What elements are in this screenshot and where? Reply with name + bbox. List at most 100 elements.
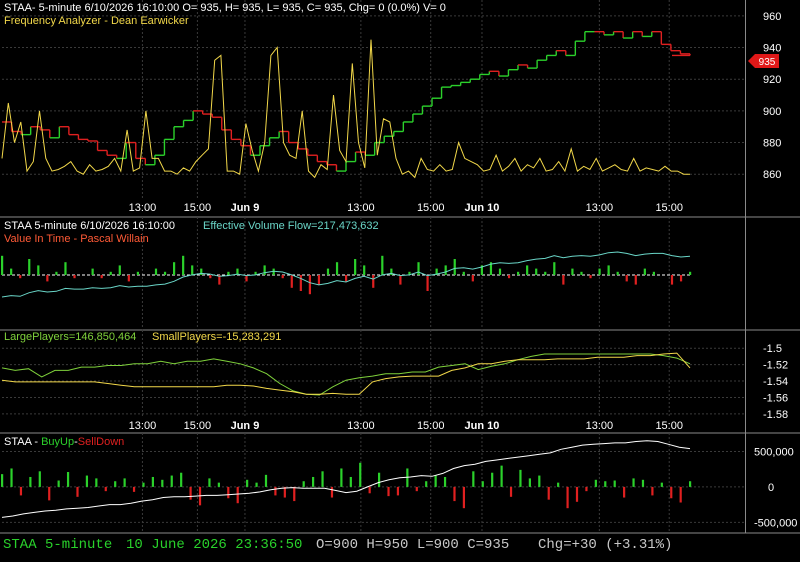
small-players-label: SmallPlayers=-15,283,291 <box>152 331 281 343</box>
vit-bar <box>127 275 130 282</box>
buysell-bar <box>660 482 663 487</box>
time-tick-label: 13:00 <box>129 202 157 214</box>
panel4-symbol: STAA - <box>4 436 41 448</box>
buysell-bar <box>519 469 522 487</box>
buysell-tick-label: 0 <box>768 482 774 494</box>
vit-bar <box>154 268 158 275</box>
players-tick-label: -1.52 <box>763 360 788 372</box>
players-tick-label: -1.58 <box>763 409 788 421</box>
buysell-bar <box>349 476 352 487</box>
buysell-bar <box>509 486 513 497</box>
vit-bar <box>607 265 610 275</box>
price-tick-label: 860 <box>763 169 781 181</box>
time-tick-label: Jun 9 <box>231 420 260 432</box>
small-players-line <box>1 352 691 395</box>
last-price-badge: 935 <box>748 54 779 68</box>
vit-bar <box>227 271 230 275</box>
buysell-bar <box>38 471 41 487</box>
large-players-label: LargePlayers=146,850,464 <box>4 331 136 343</box>
vit-bar <box>426 275 429 291</box>
buysell-bar <box>208 478 211 487</box>
buysell-bar <box>236 486 239 504</box>
buysell-bar <box>462 486 466 509</box>
buysell-bar <box>500 465 503 487</box>
time-tick-label: 15:00 <box>184 420 212 432</box>
buysell-bar <box>566 486 569 509</box>
panel1-header: STAA- 5-minute 6/10/2026 16:10:00 O= 935… <box>4 2 446 14</box>
vit-bar <box>643 268 646 275</box>
vit-bar <box>136 271 139 275</box>
vit-bar <box>209 275 212 279</box>
price-tick-label: 920 <box>763 74 781 86</box>
buysell-bar <box>161 479 164 487</box>
vit-bar <box>290 275 293 288</box>
vit-bar <box>173 262 176 275</box>
vit-bar <box>372 275 375 288</box>
buysell-bar <box>104 486 107 492</box>
buysell-bar <box>85 475 89 487</box>
vit-bar <box>46 275 49 282</box>
buysell-bar <box>377 472 381 487</box>
buysell-bar <box>132 486 136 492</box>
vit-bar <box>64 262 67 275</box>
buysell-bar <box>76 486 79 497</box>
vit-bar <box>1 255 4 275</box>
status-ohlc: O=900 H=950 L=900 C=935 <box>316 537 510 553</box>
buysell-bar <box>387 486 390 497</box>
buysell-tick-label: -500,000 <box>754 517 797 529</box>
buysell-bar <box>528 478 531 487</box>
vit-bar <box>191 265 194 275</box>
status-datetime: 10 June 2026 23:36:50 <box>126 537 303 553</box>
time-tick-label: 15:00 <box>184 202 212 214</box>
time-tick-label: Jun 10 <box>465 202 500 214</box>
vit-bar <box>317 275 321 285</box>
vit-bar <box>526 265 529 275</box>
frequency-analyzer-line <box>1 39 690 179</box>
buysell-bar <box>679 486 682 503</box>
vit-bar <box>354 259 357 275</box>
buysell-bar <box>48 486 51 501</box>
panel1-indicator-label: Frequency Analyzer - Dean Earwicker <box>4 15 189 27</box>
price-tick-label: 960 <box>763 11 781 23</box>
effective-volume-flow-line <box>1 251 691 298</box>
buysell-bar <box>481 481 484 487</box>
buysell-bar <box>604 481 607 487</box>
buysell-bar <box>114 481 117 487</box>
buysell-bar <box>491 472 494 487</box>
buysell-bar <box>255 482 258 487</box>
buysell-bar <box>151 476 154 487</box>
buysell-bar <box>57 480 60 487</box>
buysell-bar <box>670 486 673 499</box>
vit-bar <box>73 275 76 279</box>
players-tick-label: -1.54 <box>763 376 788 388</box>
time-tick-label: 13:00 <box>129 420 157 432</box>
buysell-bar <box>547 486 550 500</box>
buysell-bar <box>142 482 145 487</box>
buysell-bar <box>632 478 635 487</box>
vit-bar <box>580 271 583 275</box>
vit-bar <box>589 275 592 279</box>
status-bar: STAA 5-minute 10 June 2026 23:36:50 O=90… <box>0 533 800 562</box>
vit-bar <box>616 271 619 275</box>
vit-bar <box>562 275 565 285</box>
buysell-bar <box>594 479 597 487</box>
buysell-bar <box>557 482 560 487</box>
players-tick-label: -1.56 <box>763 392 788 404</box>
panel2-header: STAA 5-minute 6/10/2026 16:10:00 <box>4 220 175 232</box>
vit-bar <box>498 268 502 275</box>
buysell-bar <box>472 471 475 487</box>
buysell-bar <box>340 468 343 487</box>
buysell-bar <box>217 482 220 487</box>
selldown-label: SellDown <box>78 436 124 448</box>
price-tick-label: 940 <box>763 43 781 55</box>
buysell-bar <box>264 474 268 487</box>
buysell-bar <box>359 462 362 487</box>
vit-bar <box>19 275 22 279</box>
buysell-bar <box>312 476 315 487</box>
buysell-bar <box>95 478 98 487</box>
buysell-bar <box>575 486 579 502</box>
vit-bar <box>634 275 637 285</box>
vit-bar <box>200 268 203 275</box>
buysell-bar <box>189 486 192 500</box>
buysell-bar <box>170 475 173 487</box>
